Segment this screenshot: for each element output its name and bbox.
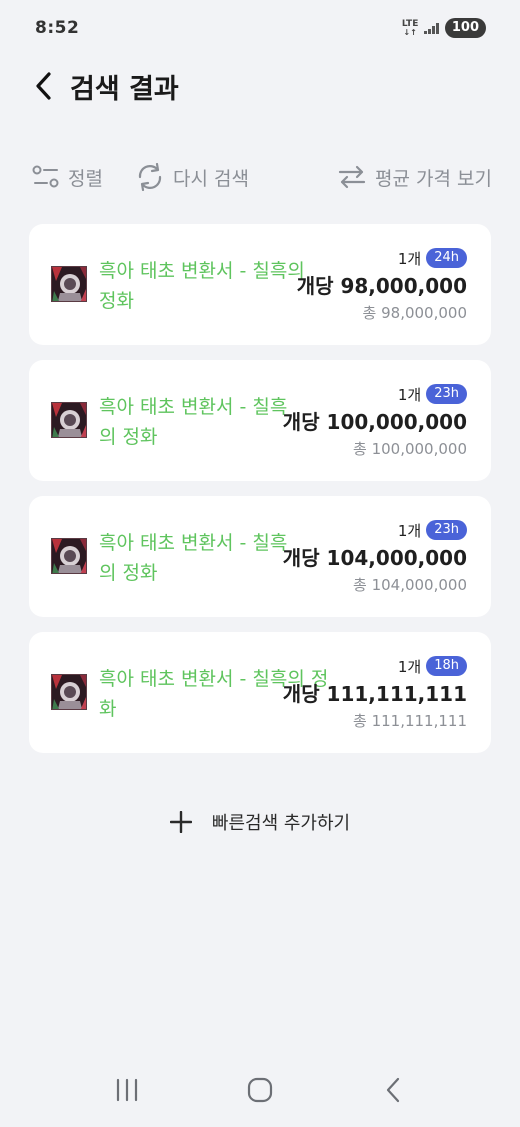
sort-button[interactable]: 정렬: [32, 164, 103, 191]
header: 검색 결과: [0, 56, 520, 116]
toolbar: 정렬 다시 검색 평균 가격 보기: [0, 156, 520, 198]
sort-icon: [32, 165, 59, 188]
item-name-line2: 의 정화: [99, 426, 158, 448]
back-chevron-icon: [387, 1077, 400, 1103]
research-label: 다시 검색: [172, 167, 249, 190]
item-name: 흑아 태초 변환서 - 칠흑 의 정화: [99, 392, 287, 452]
status-bar: 8:52 LTE ↓↑ 100: [0, 0, 520, 56]
page-title: 검색 결과: [70, 73, 179, 105]
item-name-line1: 흑아 태초 변환서 - 칠흑: [99, 396, 288, 418]
swap-arrows-icon: [338, 165, 366, 189]
unit-price: 개당 98,000,000: [296, 274, 467, 298]
recent-apps-button[interactable]: [97, 1065, 157, 1115]
quantity-row: 1개 23h: [283, 382, 467, 406]
total-price: 총 111,111,111: [353, 712, 467, 730]
battery-indicator: 100: [444, 18, 486, 38]
lte-icon: LTE ↓↑: [401, 18, 419, 37]
signal-icon: [424, 22, 439, 34]
status-time: 8:52: [35, 18, 80, 38]
item-name-line2: 정화: [99, 290, 134, 312]
listing-meta: 1개 18h 개당 111,111,111 총 111,111,111: [283, 654, 467, 731]
result-list: 흑아 태초 변환서 - 칠흑의 정화 1개 24h 개당 98,000,000 …: [29, 224, 491, 768]
item-thumbnail: [51, 402, 87, 438]
time-left-badge: 23h: [426, 384, 467, 404]
status-icons: LTE ↓↑ 100: [402, 18, 486, 38]
result-card[interactable]: 흑아 태초 변환서 - 칠흑 의 정화 1개 23h 개당 104,000,00…: [29, 496, 491, 617]
quantity: 1개: [397, 249, 422, 268]
back-button[interactable]: [30, 66, 58, 106]
item-name-line1: 흑아 태초 변환서 - 칠흑: [99, 532, 288, 554]
system-nav-bar: [0, 1060, 520, 1120]
sort-label: 정렬: [68, 167, 103, 190]
item-icon: [52, 675, 86, 709]
add-quick-search-button[interactable]: 빠른검색 추가하기: [0, 802, 520, 842]
result-card[interactable]: 흑아 태초 변환서 - 칠흑의 정화 1개 24h 개당 98,000,000 …: [29, 224, 491, 345]
quantity: 1개: [397, 385, 422, 404]
result-card[interactable]: 흑아 태초 변환서 - 칠흑의 정 화 1개 18h 개당 111,111,11…: [29, 632, 491, 753]
home-icon: [247, 1077, 273, 1103]
average-price-button[interactable]: 평균 가격 보기: [337, 164, 492, 191]
quantity-row: 1개 18h: [283, 654, 467, 678]
refresh-icon: [138, 163, 162, 191]
unit-price: 개당 104,000,000: [282, 546, 467, 570]
total-price: 총 98,000,000: [362, 304, 467, 322]
recent-apps-icon: [116, 1078, 137, 1102]
research-button[interactable]: 다시 검색: [135, 163, 249, 191]
item-name-line2: 의 정화: [99, 562, 158, 584]
home-button[interactable]: [230, 1065, 290, 1115]
quantity: 1개: [397, 657, 422, 676]
item-thumbnail: [51, 538, 87, 574]
item-name: 흑아 태초 변환서 - 칠흑의 정화: [99, 256, 305, 316]
item-icon: [52, 539, 86, 573]
item-icon: [52, 267, 86, 301]
time-left-badge: 24h: [426, 248, 467, 268]
system-back-button[interactable]: [363, 1065, 423, 1115]
add-quick-search-label: 빠른검색 추가하기: [211, 813, 351, 834]
total-price: 총 100,000,000: [353, 440, 467, 458]
unit-price: 개당 100,000,000: [282, 410, 467, 434]
listing-meta: 1개 23h 개당 104,000,000 총 104,000,000: [283, 518, 467, 595]
quantity-row: 1개 24h: [297, 246, 467, 270]
listing-meta: 1개 23h 개당 100,000,000 총 100,000,000: [283, 382, 467, 459]
average-price-label: 평균 가격 보기: [375, 167, 492, 190]
quantity-row: 1개 23h: [283, 518, 467, 542]
item-name: 흑아 태초 변환서 - 칠흑 의 정화: [99, 528, 287, 588]
chevron-left-icon: [36, 72, 51, 100]
total-price: 총 104,000,000: [353, 576, 467, 594]
item-thumbnail: [51, 266, 87, 302]
plus-icon: [169, 811, 192, 833]
time-left-badge: 23h: [426, 520, 467, 540]
quantity: 1개: [397, 521, 422, 540]
listing-meta: 1개 24h 개당 98,000,000 총 98,000,000: [297, 246, 467, 323]
item-name-line1: 흑아 태초 변환서 - 칠흑의: [99, 260, 305, 282]
unit-price: 개당 111,111,111: [282, 682, 467, 706]
result-card[interactable]: 흑아 태초 변환서 - 칠흑 의 정화 1개 23h 개당 100,000,00…: [29, 360, 491, 481]
time-left-badge: 18h: [426, 656, 467, 676]
item-thumbnail: [51, 674, 87, 710]
item-icon: [52, 403, 86, 437]
